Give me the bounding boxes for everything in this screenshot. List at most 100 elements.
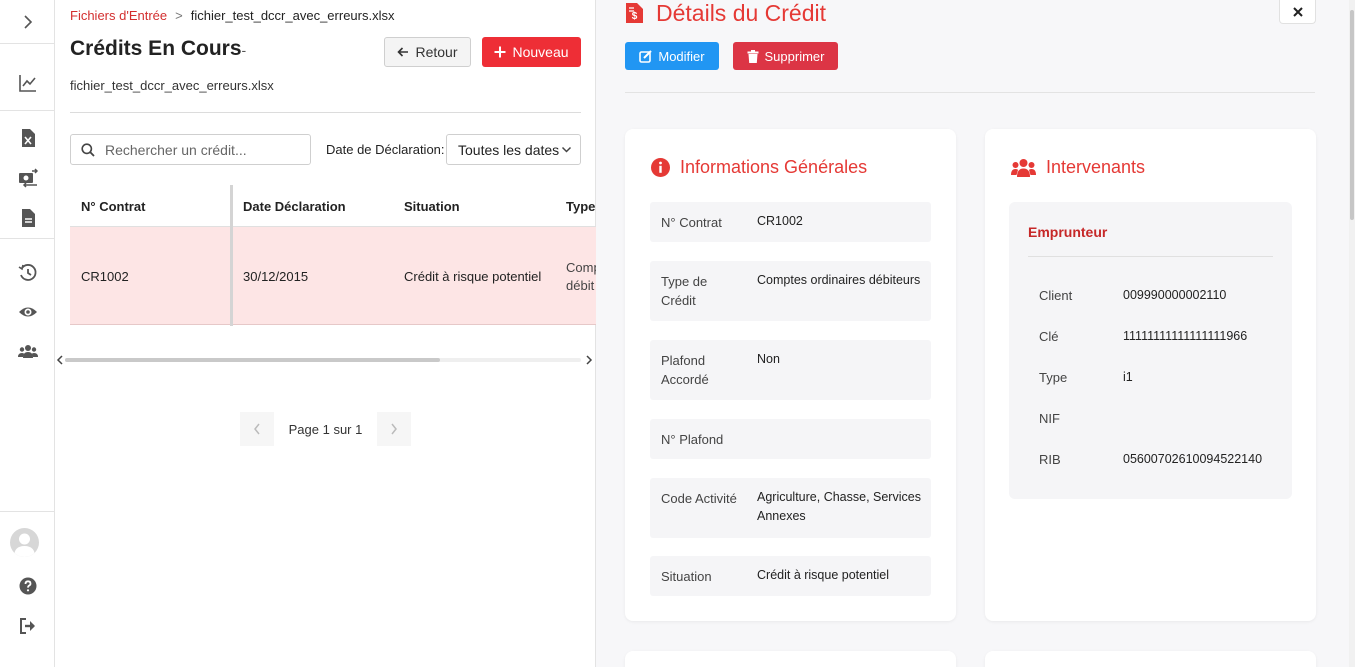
plus-icon [494,46,506,58]
vertical-scrollbar[interactable] [1349,0,1355,667]
date-filter-value: Toutes les dates [458,141,560,158]
field-label: Clé [1039,329,1059,344]
column-header[interactable]: Date Déclaration [243,199,346,214]
sidebar-item-view[interactable] [0,300,55,324]
sidebar-item-documents[interactable] [0,206,55,230]
trash-icon [747,49,759,63]
scroll-left-icon[interactable] [56,355,64,365]
divider [70,112,581,113]
info-row-plafond-accorde: Plafond Accordé Non [650,340,931,400]
info-label: Situation [661,569,712,584]
chevron-left-icon [254,423,260,435]
modifier-label: Modifier [658,48,705,64]
avatar[interactable] [10,528,39,557]
file-icon [21,209,35,227]
page-title: Crédits En Cours- [70,37,246,61]
svg-text:$: $ [632,11,638,22]
eye-icon [18,307,37,317]
info-label: N° Plafond [661,432,724,447]
field-label: NIF [1039,411,1060,426]
emprunteur-title: Emprunteur [1028,224,1108,240]
cell-type: Comp débit [566,259,596,295]
details-title: $ Détails du Crédit [625,0,826,27]
field-value: 11111111111111111966 [1123,329,1248,343]
info-label: Code Activité [661,491,737,506]
scrollbar-thumb[interactable] [65,358,440,362]
arrow-left-icon [397,47,409,57]
intervenants-title: Intervenants [1011,157,1145,178]
search-box[interactable] [70,134,311,165]
cell-type-line1: Comp [566,260,596,275]
nouveau-button[interactable]: Nouveau [482,37,581,67]
intervenants-card: Intervenants Emprunteur Client 009990000… [985,129,1316,621]
nouveau-label: Nouveau [512,44,569,60]
general-info-title: Informations Générales [651,157,867,178]
column-header[interactable]: N° Contrat [81,199,145,214]
users-icon [1011,158,1036,177]
date-filter-select[interactable]: Toutes les dates [446,134,581,165]
general-info-title-text: Informations Générales [680,157,868,177]
chevron-right-icon [391,423,397,435]
sidebar-item-exchange[interactable] [0,166,55,190]
chart-line-icon [18,75,36,92]
scrollbar-thumb[interactable] [1350,10,1354,220]
cell-contrat: CR1002 [81,269,129,284]
additional-card [985,651,1316,667]
search-icon [81,142,95,157]
sidebar-item-users[interactable] [0,340,55,364]
credits-table: N° Contrat Date Déclaration Situation Ty… [70,185,596,326]
field-label: Client [1039,288,1073,303]
table-row[interactable]: CR1002 30/12/2015 Crédit à risque potent… [70,227,596,325]
sign-out-icon [19,618,35,634]
horizontal-scrollbar[interactable] [55,352,596,368]
cell-situation: Crédit à risque potentiel [404,269,542,284]
info-row-num-plafond: N° Plafond [650,419,931,459]
info-value: Crédit à risque potentiel [757,568,890,582]
close-icon [1292,6,1303,17]
chevron-down-icon [561,146,572,153]
prev-page-button[interactable] [240,412,274,446]
logout-button[interactable] [0,614,55,638]
scroll-right-icon[interactable] [585,355,593,365]
column-header[interactable]: Type [566,199,595,214]
page-title-text: Crédits En Cours [70,37,242,60]
help-button[interactable] [0,574,55,598]
edit-icon [639,49,653,63]
info-row-code-activite: Code Activité Agriculture, Chasse, Servi… [650,478,931,538]
file-name: fichier_test_dccr_avec_erreurs.xlsx [70,78,274,93]
supprimer-button[interactable]: Supprimer [733,42,838,70]
close-button[interactable] [1279,0,1316,24]
page-indicator: Page 1 sur 1 [288,421,363,437]
info-row-type-credit: Type de Crédit Comptes ordinaires débite… [650,261,931,321]
users-icon [17,345,38,358]
money-exchange-icon [18,168,38,188]
field-value: i1 [1123,370,1133,384]
sidebar [0,0,55,667]
search-input[interactable] [105,141,305,158]
info-label: Plafond Accordé [661,353,709,387]
date-filter-label: Date de Déclaration: [326,142,445,157]
table-header: N° Contrat Date Déclaration Situation Ty… [70,185,596,227]
info-value: CR1002 [757,214,803,228]
sidebar-item-dashboard[interactable] [0,71,55,95]
details-title-text: Détails du Crédit [656,0,827,26]
intervenants-title-text: Intervenants [1046,157,1146,177]
sidebar-toggle-button[interactable] [0,0,55,44]
info-row-situation: Situation Crédit à risque potentiel [650,556,931,596]
cell-date: 30/12/2015 [243,269,309,284]
breadcrumb-current: fichier_test_dccr_avec_erreurs.xlsx [190,8,395,23]
field-value: 009990000002110 [1123,288,1227,302]
field-label: Type [1039,370,1068,385]
additional-card [625,651,956,667]
breadcrumb-link[interactable]: Fichiers d'Entrée [70,8,167,23]
next-page-button[interactable] [377,412,411,446]
history-icon [18,264,36,281]
retour-button[interactable]: Retour [384,37,471,67]
sidebar-item-history[interactable] [0,261,55,285]
divider [1028,256,1273,257]
modifier-button[interactable]: Modifier [625,42,719,70]
column-header[interactable]: Situation [404,199,460,214]
frozen-column-divider [230,185,233,326]
general-info-card: Informations Générales N° Contrat CR1002… [625,129,956,621]
sidebar-item-excel-files[interactable] [0,126,55,150]
